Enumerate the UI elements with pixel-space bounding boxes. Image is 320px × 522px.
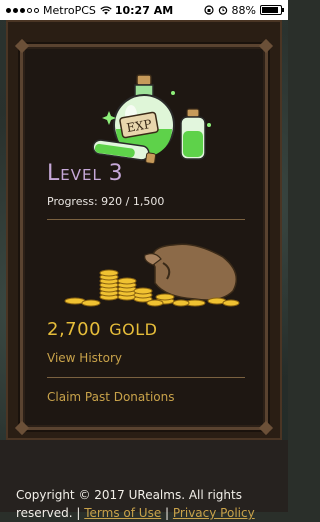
view-history-link[interactable]: View History bbox=[47, 351, 122, 365]
gold-amount-value: 2,700 bbox=[47, 319, 102, 340]
level-number: 3 bbox=[108, 161, 124, 186]
progress-text: Progress: 920 / 1,500 bbox=[47, 195, 165, 208]
privacy-policy-link[interactable]: Privacy Policy bbox=[173, 506, 255, 520]
gold-balance: 2,700 GOLD bbox=[47, 319, 158, 340]
terms-of-use-link[interactable]: Terms of Use bbox=[84, 506, 161, 520]
footer-separator: | bbox=[165, 506, 170, 520]
carrier-name: MetroPCS bbox=[43, 3, 96, 17]
level-label: Level bbox=[47, 161, 102, 186]
divider bbox=[47, 219, 245, 220]
battery-icon bbox=[260, 5, 284, 15]
battery-percent: 88% bbox=[231, 3, 256, 17]
level-heading: Level 3 bbox=[47, 161, 124, 186]
rotation-lock-icon bbox=[203, 5, 214, 15]
divider bbox=[47, 377, 245, 378]
gold-unit-label: GOLD bbox=[109, 320, 158, 339]
signal-strength-icon bbox=[6, 7, 39, 13]
footer-separator: | bbox=[76, 506, 81, 520]
exp-potions-illustration: EXP bbox=[92, 74, 211, 165]
alarm-icon bbox=[218, 6, 227, 15]
rewards-card: EXP Level 3 Progress: 920 / 1,500 2,700 … bbox=[14, 38, 274, 436]
status-bar: MetroPCS 10:27 AM 88% bbox=[0, 0, 288, 20]
gold-coins-illustration bbox=[64, 243, 240, 307]
wifi-icon bbox=[100, 5, 112, 14]
footer: Copyright © 2017 URealms. All rights res… bbox=[16, 486, 278, 522]
claim-past-donations-link[interactable]: Claim Past Donations bbox=[47, 390, 175, 404]
clock: 10:27 AM bbox=[114, 3, 174, 17]
